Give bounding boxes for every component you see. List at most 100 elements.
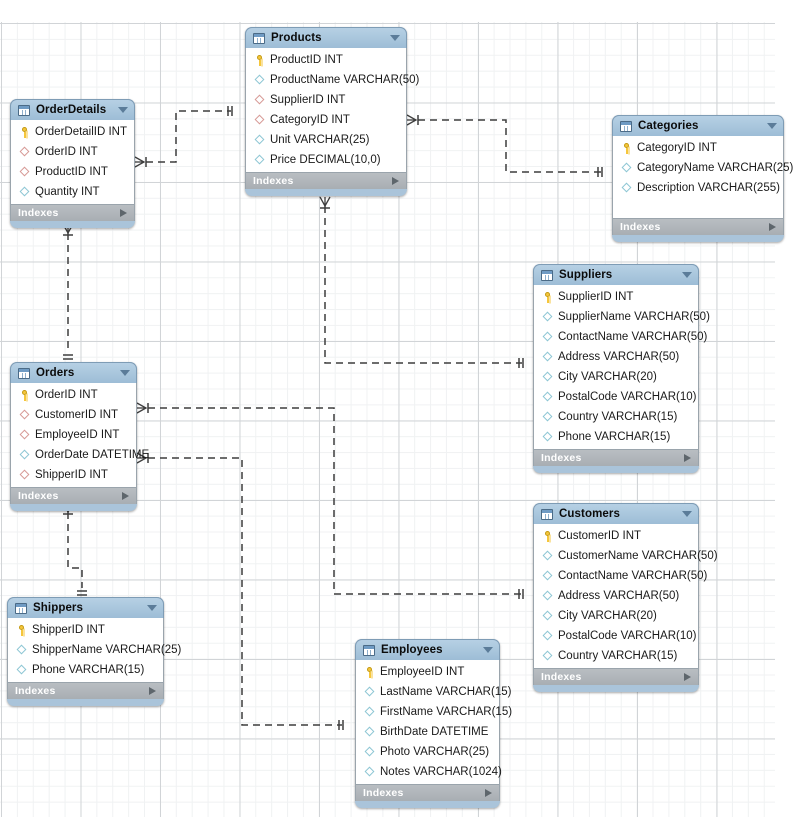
table-icon — [363, 644, 375, 656]
chevron-down-icon[interactable] — [682, 272, 692, 278]
table-header-categories[interactable]: Categories — [612, 115, 784, 136]
column-row[interactable]: CustomerID INT — [534, 526, 698, 546]
chevron-down-icon[interactable] — [147, 605, 157, 611]
table-card-orderdetails[interactable]: OrderDetails OrderDetailID INT OrderID INT… — [10, 99, 135, 228]
column-row[interactable]: CategoryName VARCHAR(25) — [613, 158, 793, 178]
column-diamond-icon — [541, 371, 554, 384]
column-row[interactable]: ShipperID INT — [8, 620, 163, 640]
column-row[interactable]: ContactName VARCHAR(50) — [534, 566, 707, 586]
column-label: Description VARCHAR(255) — [637, 182, 780, 194]
column-row[interactable]: BirthDate DATETIME — [356, 722, 499, 742]
table-header-customers[interactable]: Customers — [533, 503, 699, 524]
column-row[interactable]: Country VARCHAR(15) — [534, 407, 698, 427]
column-row[interactable]: Unit VARCHAR(25) — [246, 130, 406, 150]
column-row[interactable]: ShipperID INT — [11, 465, 136, 485]
table-header-products[interactable]: Products — [245, 27, 407, 48]
column-row[interactable]: OrderDate DATETIME — [11, 445, 149, 465]
chevron-down-icon[interactable] — [120, 370, 130, 376]
column-row[interactable]: LastName VARCHAR(15) — [356, 682, 511, 702]
indexes-section-customers[interactable]: Indexes — [533, 668, 699, 685]
table-card-suppliers[interactable]: Suppliers SupplierID INT SupplierName VARC… — [533, 264, 710, 473]
table-name: Employees — [381, 644, 443, 656]
chevron-right-icon[interactable] — [485, 789, 492, 797]
table-header-employees[interactable]: Employees — [355, 639, 500, 660]
indexes-section-employees[interactable]: Indexes — [355, 784, 500, 801]
chevron-down-icon[interactable] — [767, 123, 777, 129]
indexes-section-orderdetails[interactable]: Indexes — [10, 204, 135, 221]
table-header-suppliers[interactable]: Suppliers — [533, 264, 699, 285]
column-diamond-icon — [541, 550, 554, 563]
column-row[interactable]: ProductName VARCHAR(50) — [246, 70, 419, 90]
column-row[interactable]: Quantity INT — [11, 182, 134, 202]
column-row[interactable]: CustomerName VARCHAR(50) — [534, 546, 718, 566]
column-row[interactable]: Address VARCHAR(50) — [534, 347, 698, 367]
indexes-label: Indexes — [253, 175, 294, 187]
column-row[interactable]: Notes VARCHAR(1024) — [356, 762, 502, 782]
column-label: OrderID INT — [35, 389, 98, 401]
column-row[interactable]: Phone VARCHAR(15) — [8, 660, 163, 680]
column-row[interactable]: CustomerID INT — [11, 405, 136, 425]
foreign-key-diamond-icon — [253, 94, 266, 107]
column-row[interactable]: City VARCHAR(20) — [534, 606, 698, 626]
column-row[interactable]: SupplierID INT — [534, 287, 698, 307]
column-row[interactable]: Country VARCHAR(15) — [534, 646, 698, 666]
column-row[interactable]: OrderID INT — [11, 385, 136, 405]
indexes-section-shippers[interactable]: Indexes — [7, 682, 164, 699]
column-row[interactable]: CategoryID INT — [613, 138, 783, 158]
column-row[interactable]: SupplierID INT — [246, 90, 406, 110]
column-row[interactable]: OrderID INT — [11, 142, 134, 162]
foreign-key-diamond-icon — [18, 469, 31, 482]
column-row[interactable]: EmployeeID INT — [11, 425, 136, 445]
column-row-empty[interactable] — [613, 198, 783, 216]
column-label: OrderDetailID INT — [35, 126, 128, 138]
column-row[interactable]: ProductID INT — [246, 50, 406, 70]
table-card-employees[interactable]: Employees EmployeeID INT LastName VARCHAR(… — [355, 639, 512, 808]
column-row[interactable]: ProductID INT — [11, 162, 134, 182]
table-header-orders[interactable]: Orders — [10, 362, 137, 383]
column-row[interactable]: PostalCode VARCHAR(10) — [534, 387, 698, 407]
chevron-right-icon[interactable] — [684, 673, 691, 681]
table-card-categories[interactable]: Categories CategoryID INT CategoryName VAR… — [612, 115, 793, 242]
indexes-section-products[interactable]: Indexes — [245, 172, 407, 189]
column-diamond-icon — [541, 590, 554, 603]
column-row[interactable]: Price DECIMAL(10,0) — [246, 150, 406, 170]
indexes-section-suppliers[interactable]: Indexes — [533, 449, 699, 466]
chevron-down-icon[interactable] — [118, 107, 128, 113]
column-row[interactable]: EmployeeID INT — [356, 662, 499, 682]
chevron-down-icon[interactable] — [390, 35, 400, 41]
table-columns-categories: CategoryID INT CategoryName VARCHAR(25) De… — [612, 136, 793, 218]
column-label: CustomerID INT — [558, 530, 642, 542]
table-header-shippers[interactable]: Shippers — [7, 597, 164, 618]
chevron-right-icon[interactable] — [684, 454, 691, 462]
chevron-right-icon[interactable] — [120, 209, 127, 217]
table-header-orderdetails[interactable]: OrderDetails — [10, 99, 135, 120]
chevron-right-icon[interactable] — [149, 687, 156, 695]
column-row[interactable]: FirstName VARCHAR(15) — [356, 702, 512, 722]
column-row[interactable]: PostalCode VARCHAR(10) — [534, 626, 698, 646]
indexes-section-orders[interactable]: Indexes — [10, 487, 137, 504]
column-row[interactable]: CategoryID INT — [246, 110, 406, 130]
chevron-down-icon[interactable] — [483, 647, 493, 653]
column-row[interactable]: OrderDetailID INT — [11, 122, 134, 142]
er-diagram-canvas[interactable]: Products ProductID INT ProductName VARCHAR… — [0, 0, 808, 817]
column-row[interactable]: ShipperName VARCHAR(25) — [8, 640, 181, 660]
column-row[interactable]: Description VARCHAR(255) — [613, 178, 783, 198]
chevron-right-icon[interactable] — [122, 492, 129, 500]
column-diamond-icon — [253, 74, 266, 87]
table-card-orders[interactable]: Orders OrderID INT CustomerID INT EmployeeI… — [10, 362, 149, 511]
chevron-right-icon[interactable] — [769, 223, 776, 231]
table-card-shippers[interactable]: Shippers ShipperID INT ShipperName VARCHAR… — [7, 597, 181, 706]
chevron-right-icon[interactable] — [392, 177, 399, 185]
column-row[interactable]: ContactName VARCHAR(50) — [534, 327, 707, 347]
column-row[interactable]: Phone VARCHAR(15) — [534, 427, 698, 447]
column-row[interactable]: Photo VARCHAR(25) — [356, 742, 499, 762]
table-columns-customers: CustomerID INT CustomerName VARCHAR(50) Co… — [533, 524, 718, 668]
table-card-customers[interactable]: Customers CustomerID INT CustomerName VARC… — [533, 503, 718, 692]
indexes-section-categories[interactable]: Indexes — [612, 218, 784, 235]
table-icon — [15, 602, 27, 614]
chevron-down-icon[interactable] — [682, 511, 692, 517]
column-row[interactable]: SupplierName VARCHAR(50) — [534, 307, 710, 327]
column-row[interactable]: Address VARCHAR(50) — [534, 586, 698, 606]
table-card-products[interactable]: Products ProductID INT ProductName VARCHAR… — [245, 27, 419, 196]
column-row[interactable]: City VARCHAR(20) — [534, 367, 698, 387]
